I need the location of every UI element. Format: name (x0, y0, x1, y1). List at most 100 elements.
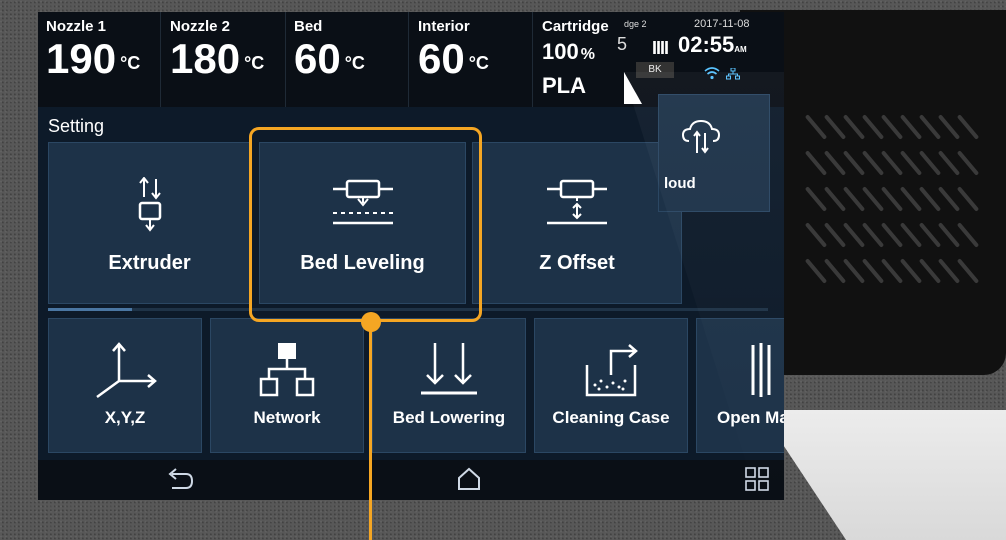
interior-label: Interior (418, 18, 470, 35)
vent-slot (842, 114, 866, 140)
vent-slot (823, 186, 847, 212)
xyz-button[interactable]: X,Y,Z (48, 318, 202, 453)
nozzle2-label: Nozzle 2 (170, 18, 231, 35)
nozzle1-temp: Nozzle 1 190 °C (46, 18, 140, 83)
vent-slot (956, 222, 980, 248)
network-tree-icon (257, 341, 317, 404)
vent-slot (918, 114, 942, 140)
section-title: Setting (48, 116, 105, 136)
cartridge-label: Cartridge (542, 18, 609, 35)
open-material-label: Open Ma (717, 408, 784, 427)
vent-slot (842, 222, 866, 248)
vent-slot (918, 150, 942, 176)
vent-slot (880, 150, 904, 176)
vent-slot (804, 150, 828, 176)
open-material-button[interactable]: Open Ma (696, 318, 784, 453)
cartridge2-color: BK (636, 62, 674, 78)
filament-level-icon: IIII (652, 38, 669, 58)
date: 2017-11-08 (694, 18, 750, 30)
vent-grille (804, 112, 980, 297)
vent-slot (842, 150, 866, 176)
divider (532, 12, 533, 107)
vent-slot (861, 222, 885, 248)
vent-slot (918, 258, 942, 284)
vent-slot (937, 150, 961, 176)
clock: 02:55AM (678, 32, 747, 58)
extruder-button[interactable]: Extruder (48, 142, 251, 304)
wifi-icon (704, 66, 720, 83)
bed-value: 60 (294, 35, 341, 82)
cartridge-unit: % (580, 46, 595, 63)
vent-slot (823, 258, 847, 284)
nav-bar (38, 460, 784, 500)
vent-slot (880, 114, 904, 140)
vent-slot (918, 186, 942, 212)
vent-slot (899, 258, 923, 284)
z-offset-label: Z Offset (539, 252, 615, 274)
nozzle1-unit: °C (120, 53, 141, 73)
network-button[interactable]: Network (210, 318, 364, 453)
divider (285, 12, 286, 107)
divider (160, 12, 161, 107)
time-value: 02:55 (678, 32, 735, 57)
cloud-button[interactable]: loud (658, 94, 770, 212)
cartridge-value: 100 (542, 39, 579, 64)
vent-slot (880, 258, 904, 284)
vent-slot (899, 150, 923, 176)
interior-value: 60 (418, 35, 465, 82)
vent-slot (899, 114, 923, 140)
time-ampm: AM (734, 45, 747, 54)
bed-lowering-label: Bed Lowering (392, 408, 506, 427)
bed-lowering-button[interactable]: Bed Lowering (372, 318, 526, 453)
bed-leveling-highlight (249, 127, 482, 322)
cleaning-case-button[interactable]: Cleaning Case (534, 318, 688, 453)
vent-slot (899, 186, 923, 212)
vent-slot (880, 186, 904, 212)
material-spool-icon (747, 341, 777, 404)
z-offset-icon (543, 177, 611, 232)
vent-slot (937, 222, 961, 248)
cartridge2-value: 5 (617, 34, 628, 54)
xyz-axes-icon (93, 341, 157, 404)
scroll-indicator (48, 308, 132, 311)
vent-slot (823, 114, 847, 140)
nozzle2-value: 180 (170, 35, 241, 82)
nozzle2-temp: Nozzle 2 180 °C (170, 18, 264, 83)
vent-slot (880, 222, 904, 248)
callout-line (369, 320, 372, 540)
cloud-label: loud (664, 175, 696, 192)
cartridge-material: PLA (542, 73, 586, 98)
cartridge-status: Cartridge 100% PLA (542, 18, 609, 99)
home-icon[interactable] (456, 466, 482, 497)
nozzle1-value: 190 (46, 35, 117, 82)
vent-slot (842, 186, 866, 212)
vent-slot (823, 150, 847, 176)
back-icon[interactable] (166, 466, 194, 497)
bed-temp: Bed 60 °C (294, 18, 365, 83)
vent-slot (804, 258, 828, 284)
cartridge2-label: dge 2 (624, 19, 647, 29)
vent-slot (899, 222, 923, 248)
vent-slot (956, 186, 980, 212)
vent-slot (842, 258, 866, 284)
interior-temp: Interior 60 °C (418, 18, 489, 83)
vent-slot (804, 186, 828, 212)
cleaning-case-icon (579, 341, 643, 404)
nozzle1-label: Nozzle 1 (46, 18, 107, 35)
white-panel (760, 410, 1006, 540)
vent-slot (861, 186, 885, 212)
grid-menu-icon[interactable] (744, 466, 770, 497)
vent-slot (956, 258, 980, 284)
cloud-icon (681, 119, 721, 160)
z-offset-button[interactable]: Z Offset (472, 142, 682, 304)
bed-unit: °C (344, 53, 365, 73)
vent-slot (956, 114, 980, 140)
network-icon (726, 67, 740, 83)
vent-slot (861, 258, 885, 284)
vent-slot (918, 222, 942, 248)
vent-slot (937, 258, 961, 284)
vent-slot (956, 150, 980, 176)
network-label: Network (253, 408, 321, 427)
callout-dot (361, 312, 381, 332)
nozzle2-unit: °C (244, 53, 265, 73)
